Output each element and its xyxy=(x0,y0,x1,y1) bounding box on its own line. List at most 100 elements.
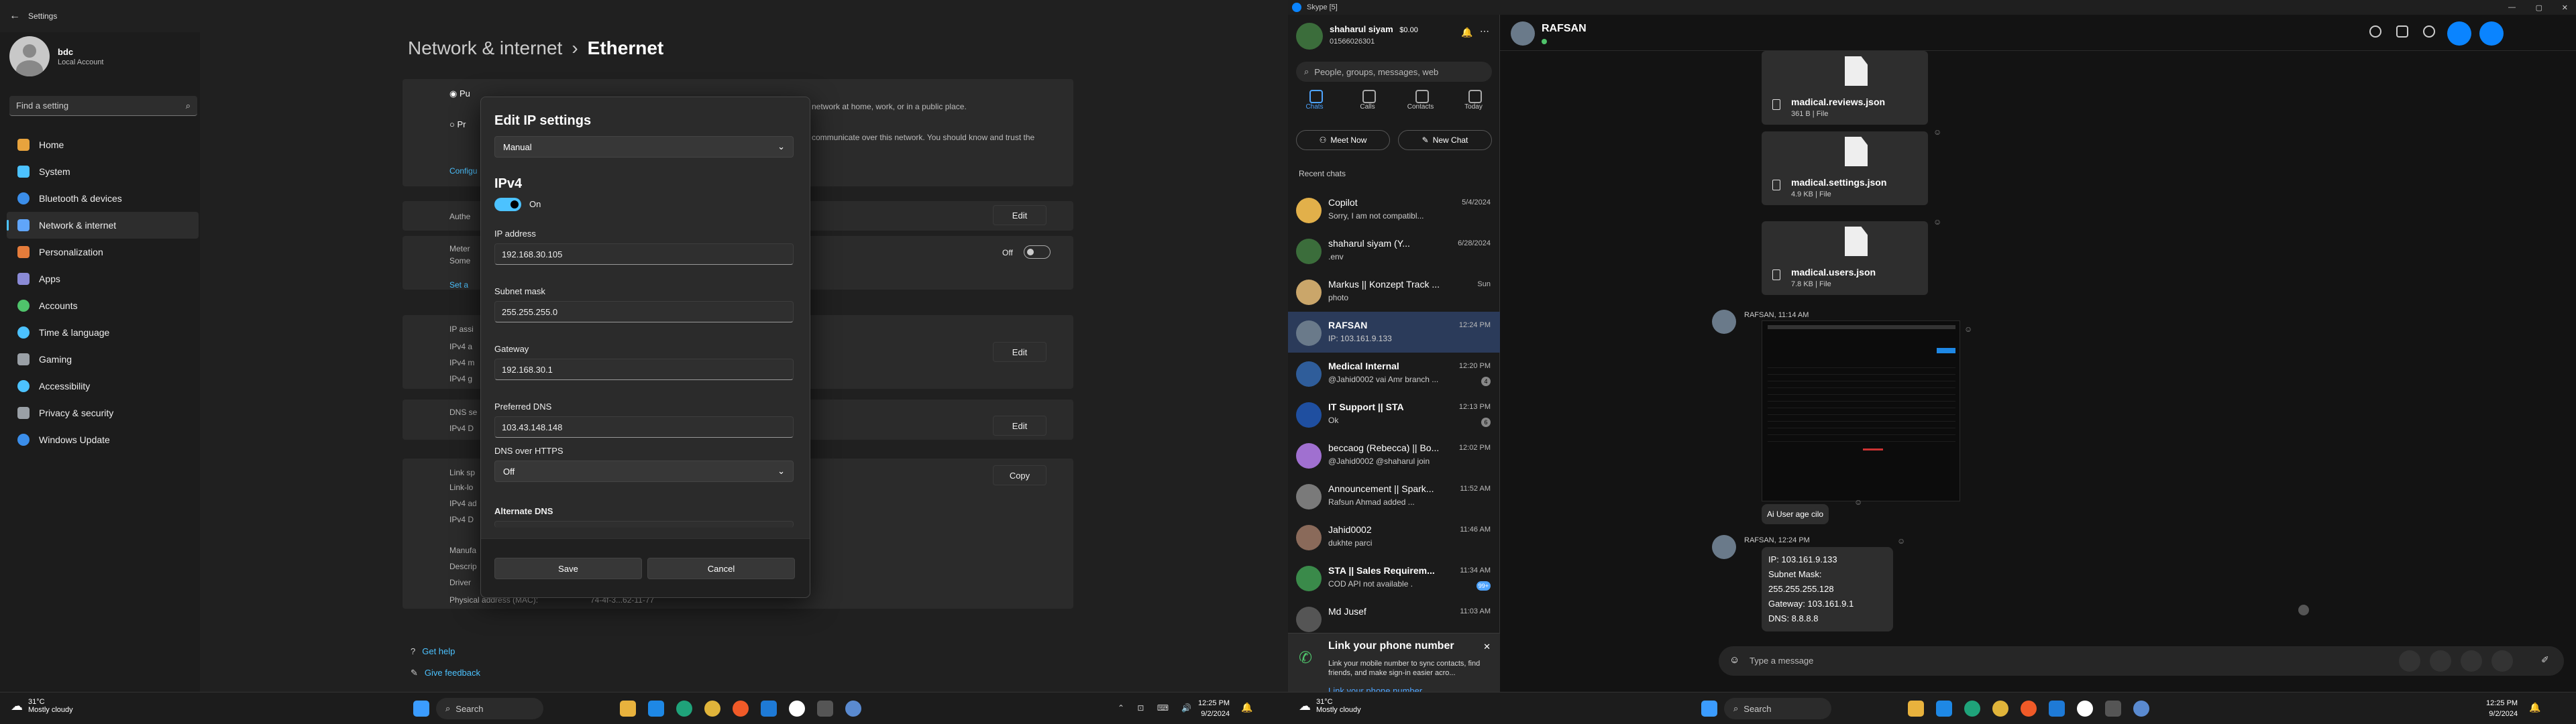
back-arrow-icon[interactable]: ← xyxy=(9,10,20,22)
copy-button[interactable]: Copy xyxy=(993,465,1046,485)
sender-avatar[interactable] xyxy=(1712,310,1736,334)
user-profile[interactable]: bdc Local Account xyxy=(9,36,104,76)
taskbar-clock[interactable]: 12:25 PM 9/2/2024 xyxy=(2486,698,2518,719)
chat-item-beccaog[interactable]: beccaog (Rebecca) || Bo... @Jahid0002 @sh… xyxy=(1288,434,1500,475)
cancel-button[interactable]: Cancel xyxy=(647,558,795,579)
metered-toggle[interactable] xyxy=(1024,245,1051,259)
reaction-icon[interactable]: ☺ xyxy=(1933,217,1941,227)
chrome-icon[interactable] xyxy=(704,701,720,717)
subnet-mask-input[interactable]: 255.255.255.0 xyxy=(494,301,794,322)
nav-item-time-language[interactable]: Time & language xyxy=(7,319,199,346)
edge-icon[interactable] xyxy=(1964,701,1980,717)
notifications-icon[interactable]: 🔔 xyxy=(1461,27,1472,38)
tab-today[interactable]: Today xyxy=(1447,87,1500,111)
app-icon-2[interactable] xyxy=(733,701,749,717)
bg-configure-link[interactable]: Configu xyxy=(449,166,477,176)
breadcrumb-parent[interactable]: Network & internet xyxy=(408,38,562,59)
nav-item-privacy[interactable]: Privacy & security xyxy=(7,400,199,426)
ipv4-toggle[interactable] xyxy=(494,198,521,211)
skype-search-input[interactable]: ⌕ People, groups, messages, web xyxy=(1296,62,1492,82)
chat-item-shaharul[interactable]: shaharul siyam (Y... .env 6/28/2024 xyxy=(1288,230,1500,271)
audio-call-button[interactable] xyxy=(2479,21,2504,46)
file-message-1[interactable]: madical.reviews.json 361 B | File xyxy=(1762,51,1928,125)
settings-gear-icon[interactable] xyxy=(2133,701,2149,717)
media-icon[interactable] xyxy=(2461,650,2482,672)
taskbar-search[interactable]: ⌕ Search xyxy=(436,698,543,719)
nav-item-home[interactable]: Home xyxy=(7,131,199,158)
start-icon[interactable] xyxy=(413,701,429,717)
add-people-icon[interactable] xyxy=(2423,25,2435,38)
nav-item-accounts[interactable]: Accounts xyxy=(7,292,199,319)
ip-info-bubble[interactable]: IP: 103.161.9.133 Subnet Mask: 255.255.2… xyxy=(1762,547,1893,631)
find-setting-input[interactable]: Find a setting ⌕ xyxy=(9,96,197,116)
taskbar-clock[interactable]: 12:25 PM 9/2/2024 xyxy=(1198,698,1230,719)
file-icon[interactable] xyxy=(2399,650,2420,672)
auth-edit-button[interactable]: Edit xyxy=(993,205,1046,225)
nav-item-accessibility[interactable]: Accessibility xyxy=(7,373,199,400)
tab-calls[interactable]: Calls xyxy=(1341,87,1394,111)
chat-item-it-support[interactable]: IT Support || STA Ok 12:13 PM 6 xyxy=(1288,394,1500,434)
contact-avatar[interactable] xyxy=(1511,21,1535,46)
chat-item-jahid[interactable]: Jahid0002 dukhte parci 11:46 AM xyxy=(1288,516,1500,557)
close-icon[interactable]: ✕ xyxy=(1483,642,1491,652)
sender-avatar[interactable] xyxy=(1712,535,1736,559)
contact-name[interactable]: RAFSAN xyxy=(1542,23,1587,35)
my-avatar[interactable] xyxy=(1296,23,1323,50)
reaction-icon[interactable]: ☺ xyxy=(1964,324,1972,334)
nav-item-personalization[interactable]: Personalization xyxy=(7,239,199,265)
meet-now-button[interactable]: ⚇ Meet Now xyxy=(1296,130,1390,150)
format-icon[interactable]: ✐ xyxy=(2541,654,2549,666)
tray-icons[interactable]: ⌃ ⊡ ⌨ 🔊 xyxy=(1118,703,1197,713)
scroll-down-icon[interactable] xyxy=(2298,605,2309,615)
doh-select[interactable]: Off ⌄ xyxy=(494,461,794,482)
nav-item-bluetooth[interactable]: Bluetooth & devices xyxy=(7,185,199,212)
gallery-icon[interactable] xyxy=(2396,25,2408,38)
nav-item-apps[interactable]: Apps xyxy=(7,265,199,292)
nav-item-gaming[interactable]: Gaming xyxy=(7,346,199,373)
more-options-icon[interactable]: ⋯ xyxy=(1480,25,1489,37)
chat-item-rafsan[interactable]: RAFSAN IP: 103.161.9.133 12:24 PM xyxy=(1288,312,1500,353)
start-icon[interactable] xyxy=(1701,701,1717,717)
weather-widget[interactable]: ☁ 31°C Mostly cloudy xyxy=(1299,698,1361,714)
ip-edit-button[interactable]: Edit xyxy=(993,342,1046,362)
save-button[interactable]: Save xyxy=(494,558,642,579)
chat-item-copilot[interactable]: Copilot Sorry, I am not compatibl... 5/4/2… xyxy=(1288,189,1500,230)
vscode-icon[interactable] xyxy=(761,701,777,717)
terminal-icon[interactable] xyxy=(817,701,833,717)
settings-gear-icon[interactable] xyxy=(845,701,861,717)
app-icon-1[interactable] xyxy=(1936,701,1952,717)
notification-bell-icon[interactable]: 🔔 xyxy=(1241,702,1252,713)
alternate-dns-input[interactable] xyxy=(494,521,794,528)
file-explorer-icon[interactable] xyxy=(1908,701,1924,717)
nav-item-windows-update[interactable]: Windows Update xyxy=(7,426,199,453)
app-icon-2[interactable] xyxy=(2021,701,2037,717)
caption-bubble[interactable]: Ai User age cilo xyxy=(1762,504,1829,524)
screenshot-image[interactable] xyxy=(1762,320,1960,501)
close-icon[interactable]: ✕ xyxy=(2562,3,2568,12)
gateway-input[interactable]: 192.168.30.1 xyxy=(494,359,794,380)
app-icon-3[interactable] xyxy=(789,701,805,717)
notification-bell-icon[interactable]: 🔔 xyxy=(2529,702,2540,713)
chat-item-medical-internal[interactable]: Medical Internal @Jahid0002 vai Amr branc… xyxy=(1288,353,1500,394)
mic-icon[interactable] xyxy=(2430,650,2451,672)
minimize-icon[interactable]: — xyxy=(2508,3,2516,11)
bg-set-link[interactable]: Set a xyxy=(449,280,468,290)
more-icon[interactable] xyxy=(2491,650,2513,672)
give-feedback-link[interactable]: ✎ Give feedback xyxy=(411,662,480,684)
video-call-button[interactable] xyxy=(2447,21,2471,46)
get-help-link[interactable]: ? Get help xyxy=(411,641,480,662)
bg-radio-public[interactable]: ◉ Pu xyxy=(449,88,470,99)
bg-radio-private[interactable]: ○ Pr xyxy=(449,119,466,129)
tab-chats[interactable]: Chats xyxy=(1288,87,1341,111)
recent-chats-heading[interactable]: Recent chats xyxy=(1299,169,1346,178)
ip-mode-select[interactable]: Manual ⌄ xyxy=(494,136,794,158)
chat-item-announcement[interactable]: Announcement || Spark... Rafsun Ahmad add… xyxy=(1288,475,1500,516)
file-message-2[interactable]: madical.settings.json 4.9 KB | File xyxy=(1762,131,1928,205)
terminal-icon[interactable] xyxy=(2105,701,2121,717)
app-icon-3[interactable] xyxy=(2077,701,2093,717)
nav-item-network[interactable]: Network & internet xyxy=(7,212,199,239)
tab-contacts[interactable]: Contacts xyxy=(1394,87,1447,111)
app-icon-1[interactable] xyxy=(648,701,664,717)
reaction-icon[interactable]: ☺ xyxy=(1854,497,1862,507)
chat-item-markus[interactable]: Markus || Konzept Track ... photo Sun xyxy=(1288,271,1500,312)
